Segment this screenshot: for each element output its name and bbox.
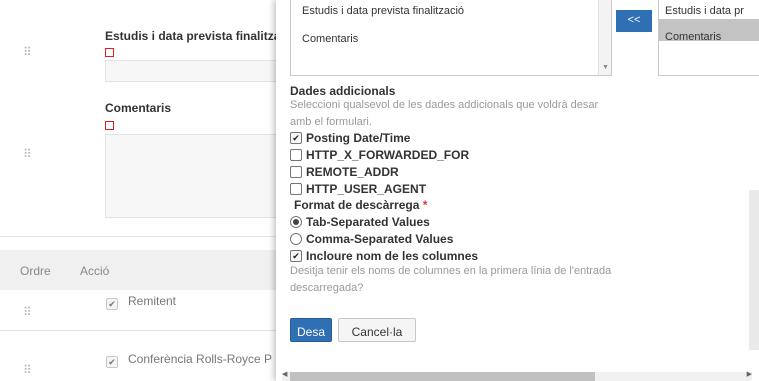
drag-handle-icon[interactable]: ⠿ bbox=[23, 147, 32, 161]
list-option[interactable]: Comentaris bbox=[302, 33, 358, 45]
field-label-estudis: Estudis i data prevista finalitzaci bbox=[105, 29, 291, 43]
option-remote-addr[interactable]: REMOTE_ADDR bbox=[290, 165, 399, 181]
option-label: HTTP_USER_AGENT bbox=[306, 182, 427, 196]
divider bbox=[0, 330, 300, 331]
option-label: Posting Date/Time bbox=[306, 131, 411, 145]
option-label: Tab-Separated Values bbox=[306, 215, 430, 229]
checkbox-icon[interactable] bbox=[290, 182, 302, 195]
row-checkbox[interactable]: ✔ bbox=[106, 356, 118, 368]
drag-handle-icon[interactable]: ⠿ bbox=[23, 45, 32, 59]
checkbox-icon[interactable] bbox=[290, 165, 302, 178]
move-left-button[interactable]: << bbox=[616, 10, 652, 32]
list-option[interactable]: Estudis i data pr bbox=[665, 5, 744, 17]
list-option[interactable]: Estudis i data prevista finalització bbox=[302, 5, 464, 17]
required-marker-icon bbox=[105, 121, 114, 130]
download-format-label: Format de descàrrega bbox=[294, 198, 420, 212]
horizontal-scrollbar[interactable]: ◀ ▶ bbox=[282, 370, 752, 381]
selected-fields-list[interactable]: Estudis i data pr Comentaris bbox=[658, 0, 759, 76]
list-option-selected[interactable]: Comentaris bbox=[665, 31, 721, 43]
additional-data-help: Seleccioni qualsevol de les dades addici… bbox=[290, 99, 599, 128]
checkbox-checked-icon[interactable]: ✔ bbox=[290, 249, 302, 262]
format-tab-separated[interactable]: Tab-Separated Values bbox=[290, 215, 430, 231]
radio-selected-icon[interactable] bbox=[290, 215, 302, 228]
panel-scrollbar[interactable] bbox=[749, 190, 759, 350]
export-settings-panel: Estudis i data prevista finalització Com… bbox=[276, 0, 759, 381]
option-label: Comma-Separated Values bbox=[306, 232, 454, 246]
row-checkbox[interactable]: ✔ bbox=[106, 298, 118, 310]
checkbox-checked-icon[interactable]: ✔ bbox=[290, 131, 302, 144]
drag-handle-icon[interactable]: ⠿ bbox=[23, 363, 32, 377]
required-star-icon: * bbox=[422, 198, 428, 212]
checkbox-icon[interactable] bbox=[290, 148, 302, 161]
scroll-down-icon[interactable]: ▼ bbox=[602, 64, 609, 71]
available-fields-list[interactable]: Estudis i data prevista finalització Com… bbox=[290, 0, 612, 76]
download-format-title: Format de descàrrega * bbox=[294, 198, 427, 212]
format-comma-separated[interactable]: Comma-Separated Values bbox=[290, 232, 453, 248]
option-http-x-forwarded-for[interactable]: HTTP_X_FORWARDED_FOR bbox=[290, 148, 469, 164]
column-header-ordre: Ordre bbox=[20, 264, 51, 278]
drag-handle-icon[interactable]: ⠿ bbox=[23, 305, 32, 319]
cancel-button[interactable]: Cancel·la bbox=[338, 318, 416, 342]
additional-data-title: Dades addicionals bbox=[290, 84, 396, 98]
scroll-right-icon[interactable]: ▶ bbox=[747, 370, 752, 378]
table-row-label: Remitent bbox=[128, 294, 177, 308]
include-columns-help: Desitja tenir els noms de columnes en la… bbox=[290, 265, 612, 294]
field-label-comentaris: Comentaris bbox=[105, 101, 172, 115]
save-button[interactable]: Desa bbox=[290, 318, 332, 342]
list-scrollbar[interactable]: ▼ bbox=[598, 0, 611, 75]
option-label: HTTP_X_FORWARDED_FOR bbox=[306, 148, 470, 162]
column-header-accio: Acció bbox=[80, 264, 110, 278]
scroll-left-icon[interactable]: ◀ bbox=[282, 370, 287, 378]
option-http-user-agent[interactable]: HTTP_USER_AGENT bbox=[290, 182, 426, 198]
option-posting-date-time[interactable]: ✔ Posting Date/Time bbox=[290, 131, 410, 147]
scrollbar-thumb[interactable] bbox=[290, 372, 595, 381]
radio-icon[interactable] bbox=[290, 232, 302, 245]
table-row-label: Conferència Rolls-Royce P bbox=[128, 352, 273, 366]
option-label: Incloure nom de les columnes bbox=[306, 249, 479, 263]
required-marker-icon bbox=[105, 48, 114, 57]
divider bbox=[0, 236, 300, 237]
option-label: REMOTE_ADDR bbox=[306, 165, 399, 179]
